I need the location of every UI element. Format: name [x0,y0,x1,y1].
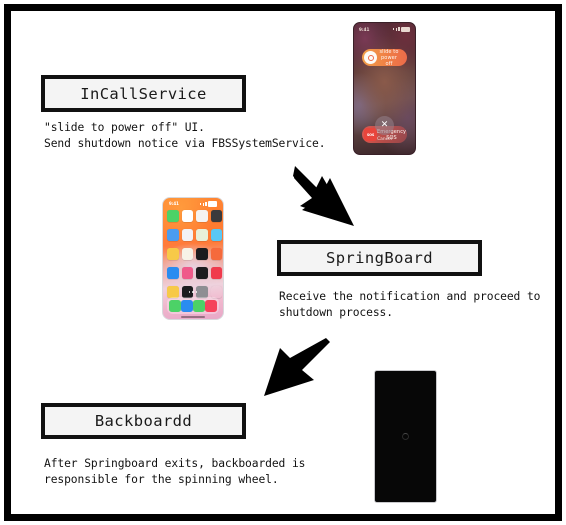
app-icon-reminders[interactable] [181,248,193,260]
screenshot-home-screen: 9:41 [162,197,224,320]
close-icon[interactable]: ✕ [375,116,394,135]
diagram-canvas: InCallService "slide to power off" UI. S… [0,0,566,525]
screenshot-power-off-screen: 9:41 slide to power off SOS Emergen [353,22,416,155]
app-icon-stocks[interactable] [196,248,208,260]
app-icon-appstore[interactable] [167,267,179,279]
node-label-incallservice: InCallService [80,84,207,103]
node-label-backboardd: Backboardd [94,412,193,430]
app-icon-mail[interactable] [167,229,179,241]
spinning-wheel-icon [402,433,409,440]
status-indicators-power [392,26,410,33]
app-icon-health[interactable] [210,267,222,279]
arrow-incall-to-springboard [293,166,354,226]
app-icon-news[interactable] [210,248,222,260]
page-dot [192,291,194,293]
signal-bar-icon [202,202,205,206]
app-icon-tv[interactable] [196,267,208,279]
status-time-power: 9:41 [359,27,370,32]
app-icon-photos[interactable] [196,210,208,222]
node-box-incallservice[interactable]: InCallService [41,75,246,112]
page-dot [188,291,191,293]
dock-icon-messages[interactable] [193,299,205,312]
app-icon-calendar[interactable] [181,210,193,222]
app-icon-podcasts[interactable] [181,267,193,279]
node-description-springboard: Receive the notification and proceed to … [279,290,541,319]
battery-icon [401,26,410,33]
screenshot-shutdown-black-screen [374,370,437,503]
power-slider-knob[interactable] [364,51,377,64]
node-box-backboardd[interactable]: Backboardd [41,403,246,439]
app-icon-notes[interactable] [167,248,179,260]
status-bar-home: 9:41 [163,201,223,207]
app-icon-grid [167,210,222,303]
node-description-incallservice: "slide to power off" UI. Send shutdown n… [44,121,326,150]
dock [167,297,219,314]
power-icon [367,54,374,61]
signal-bar-icon [205,202,207,206]
signal-bar-icon [392,28,395,31]
node-description-backboardd: After Springboard exits, backboarded is … [44,457,306,486]
dock-icon-phone[interactable] [169,299,181,312]
slide-to-power-off-slider[interactable]: slide to power off [362,48,407,67]
status-indicators-home [199,201,217,207]
app-icon-clock[interactable] [181,229,193,241]
app-icon-facetime[interactable] [167,210,179,222]
page-dot [195,291,198,293]
dock-icon-safari[interactable] [181,299,193,312]
status-time-home: 9:41 [169,201,179,206]
page-indicator [163,291,223,293]
signal-bar-icon [395,27,398,31]
status-bar-power: 9:41 [354,26,415,33]
dock-icon-music[interactable] [205,299,217,312]
home-indicator [181,316,205,318]
signal-bar-icon [398,27,400,32]
cancel-label: Cancel [377,137,392,142]
diagram-page: InCallService "slide to power off" UI. S… [0,0,566,525]
cancel-control[interactable]: ✕ Cancel [354,116,415,142]
signal-bar-icon [199,203,202,205]
arrow-springboard-to-backboardd [264,338,330,396]
slide-to-power-off-label: slide to power off [379,48,399,67]
node-label-springboard: SpringBoard [325,249,434,267]
battery-icon [208,201,217,207]
app-icon-camera[interactable] [210,210,222,222]
app-icon-weather[interactable] [210,229,222,241]
app-icon-maps[interactable] [196,229,208,241]
node-box-springboard[interactable]: SpringBoard [277,240,482,276]
